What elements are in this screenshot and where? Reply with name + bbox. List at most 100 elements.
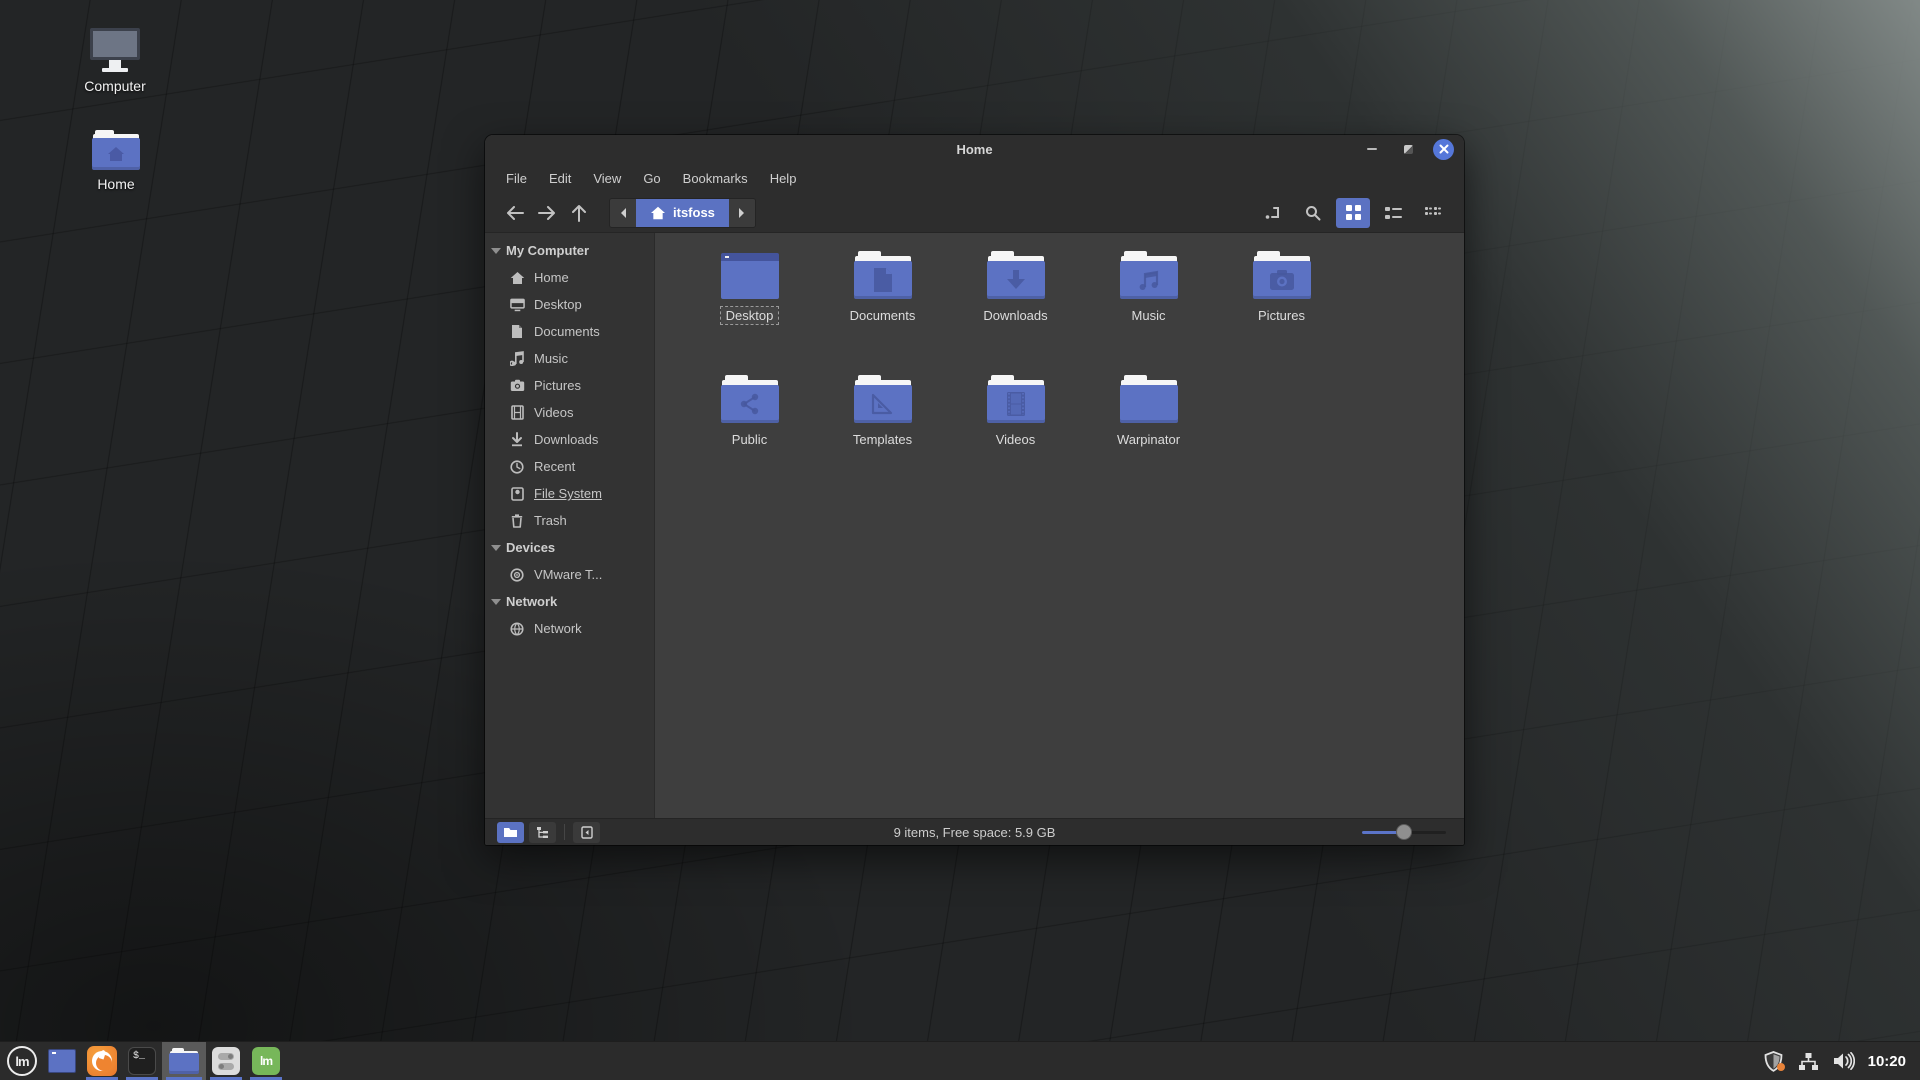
- sidebar-item-label: Trash: [534, 513, 567, 528]
- search-button[interactable]: [1296, 198, 1330, 228]
- file-item-public[interactable]: Public: [683, 375, 816, 487]
- clock[interactable]: 10:20: [1868, 1053, 1910, 1070]
- trash-icon: [509, 513, 525, 529]
- globe-icon: [509, 621, 525, 637]
- templates-folder-icon: [854, 375, 912, 423]
- breadcrumb-current-label: itsfoss: [673, 205, 715, 220]
- file-grid[interactable]: Desktop Documents Downloads Music: [655, 233, 1464, 818]
- back-arrow-icon: [506, 206, 524, 220]
- file-item-documents[interactable]: Documents: [816, 251, 949, 363]
- sidebar-item-network[interactable]: Network: [485, 615, 654, 642]
- menu-go[interactable]: Go: [634, 167, 669, 190]
- document-icon: [509, 324, 525, 340]
- hide-sidebar-button[interactable]: [573, 822, 600, 843]
- sidebar-section-network[interactable]: Network: [485, 588, 654, 615]
- toggle-location-entry-button[interactable]: [1256, 198, 1290, 228]
- titlebar[interactable]: Home: [485, 135, 1464, 163]
- home-icon: [509, 270, 525, 286]
- network-tray-icon[interactable]: [1798, 1050, 1820, 1072]
- home-icon: [650, 206, 666, 220]
- camera-icon: [509, 378, 525, 394]
- forward-button[interactable]: [531, 198, 563, 228]
- mint-logo-icon: lm: [7, 1046, 37, 1076]
- file-label: Desktop: [721, 307, 779, 324]
- collapse-triangle-icon: [491, 599, 501, 605]
- desktop-icon-home[interactable]: Home: [61, 130, 171, 192]
- sidebar: My Computer Home Desktop Documents Music…: [485, 233, 655, 818]
- hide-panel-icon: [581, 826, 593, 839]
- taskbar-item-terminal[interactable]: $_: [122, 1042, 162, 1080]
- file-item-music[interactable]: Music: [1082, 251, 1215, 363]
- minimize-button[interactable]: [1361, 138, 1383, 160]
- sidebar-item-desktop[interactable]: Desktop: [485, 291, 654, 318]
- music-folder-icon: [1120, 251, 1178, 299]
- sidebar-section-devices[interactable]: Devices: [485, 534, 654, 561]
- file-item-desktop[interactable]: Desktop: [683, 251, 816, 363]
- sidebar-item-label: Downloads: [534, 432, 598, 447]
- show-desktop-icon: [48, 1049, 76, 1073]
- back-button[interactable]: [499, 198, 531, 228]
- download-glyph-icon: [1004, 268, 1028, 292]
- desktop-root: { "desktop": { "icons": [ { "label": "Co…: [0, 0, 1920, 1080]
- sidebar-item-label: Pictures: [534, 378, 581, 393]
- menu-bookmarks[interactable]: Bookmarks: [674, 167, 757, 190]
- close-icon: [1439, 144, 1449, 154]
- file-label: Downloads: [978, 307, 1052, 324]
- sidebar-item-home[interactable]: Home: [485, 264, 654, 291]
- taskbar-item-firefox[interactable]: [82, 1042, 122, 1080]
- sidebar-item-label: Videos: [534, 405, 574, 420]
- camera-glyph-icon: [1269, 269, 1295, 291]
- system-tray: 10:20: [1763, 1050, 1920, 1072]
- file-item-templates[interactable]: Templates: [816, 375, 949, 487]
- list-view-button[interactable]: [1376, 198, 1410, 228]
- compact-view-button[interactable]: [1416, 198, 1450, 228]
- file-label: Warpinator: [1112, 431, 1185, 448]
- breadcrumb-left-button[interactable]: [610, 199, 636, 227]
- sidebar-item-videos[interactable]: Videos: [485, 399, 654, 426]
- breadcrumb-current[interactable]: itsfoss: [636, 199, 729, 227]
- show-treeview-button[interactable]: [529, 822, 556, 843]
- menu-file[interactable]: File: [497, 167, 536, 190]
- collapse-triangle-icon: [491, 545, 501, 551]
- menu-edit[interactable]: Edit: [540, 167, 580, 190]
- zoom-slider[interactable]: [1362, 822, 1446, 842]
- sidebar-item-downloads[interactable]: Downloads: [485, 426, 654, 453]
- mint-menu-button[interactable]: lm: [2, 1042, 42, 1080]
- sidebar-item-file-system[interactable]: File System: [485, 480, 654, 507]
- sidebar-item-music[interactable]: Music: [485, 345, 654, 372]
- show-desktop-button[interactable]: [42, 1042, 82, 1080]
- sidebar-item-trash[interactable]: Trash: [485, 507, 654, 534]
- icon-view-button[interactable]: [1336, 198, 1370, 228]
- desktop-icon-computer[interactable]: Computer: [60, 28, 170, 94]
- maximize-button[interactable]: [1397, 138, 1419, 160]
- sidebar-item-label: Home: [534, 270, 569, 285]
- file-item-warpinator[interactable]: Warpinator: [1082, 375, 1215, 487]
- update-manager-tray-icon[interactable]: [1763, 1050, 1785, 1072]
- up-button[interactable]: [563, 198, 595, 228]
- sidebar-item-label: Network: [534, 621, 582, 636]
- breadcrumb-right-button[interactable]: [729, 199, 755, 227]
- sidebar-section-my-computer[interactable]: My Computer: [485, 237, 654, 264]
- file-item-pictures[interactable]: Pictures: [1215, 251, 1348, 363]
- file-label: Public: [727, 431, 772, 448]
- menu-view[interactable]: View: [584, 167, 630, 190]
- file-item-downloads[interactable]: Downloads: [949, 251, 1082, 363]
- zoom-slider-handle[interactable]: [1396, 824, 1412, 840]
- sidebar-item-vmware[interactable]: VMware T...: [485, 561, 654, 588]
- house-glyph-icon: [106, 145, 126, 163]
- show-places-button[interactable]: [497, 822, 524, 843]
- taskbar-item-mint-welcome[interactable]: lm: [246, 1042, 286, 1080]
- taskbar-item-files[interactable]: [162, 1042, 206, 1080]
- file-item-videos[interactable]: Videos: [949, 375, 1082, 487]
- file-manager-window: Home File Edit View Go Bookmarks Help: [485, 135, 1464, 845]
- file-label: Videos: [991, 431, 1041, 448]
- volume-tray-icon[interactable]: [1833, 1050, 1855, 1072]
- menu-help[interactable]: Help: [761, 167, 806, 190]
- taskbar-item-settings[interactable]: [206, 1042, 246, 1080]
- sidebar-item-documents[interactable]: Documents: [485, 318, 654, 345]
- sidebar-item-label: Desktop: [534, 297, 582, 312]
- sidebar-item-pictures[interactable]: Pictures: [485, 372, 654, 399]
- sidebar-item-label: Documents: [534, 324, 600, 339]
- close-button[interactable]: [1433, 139, 1454, 160]
- sidebar-item-recent[interactable]: Recent: [485, 453, 654, 480]
